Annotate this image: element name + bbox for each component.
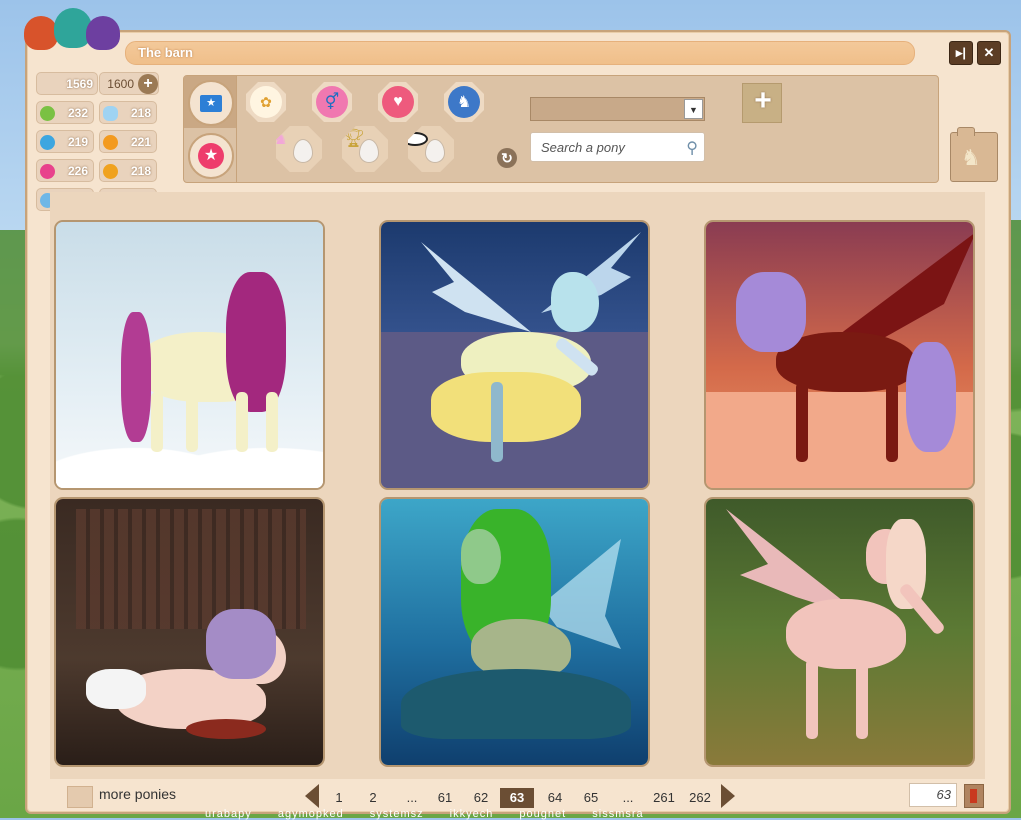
filter-colors[interactable]: ✿ bbox=[246, 82, 286, 122]
filter-gender[interactable]: ⚥ bbox=[312, 82, 352, 122]
cloud-icon bbox=[103, 106, 118, 121]
plus-icon: + bbox=[754, 84, 772, 117]
gender-icon: ⚥ bbox=[316, 86, 348, 118]
unicorn-icon: ♞ bbox=[272, 128, 289, 148]
bookshelf bbox=[76, 509, 306, 629]
pony-card-4[interactable] bbox=[54, 497, 325, 767]
pony-card-1[interactable] bbox=[54, 220, 325, 490]
page-ellipsis: ... bbox=[406, 790, 418, 805]
filter-unicorn[interactable]: ♞ bbox=[276, 126, 322, 172]
page-link[interactable]: 62 bbox=[469, 788, 493, 808]
search-input[interactable] bbox=[539, 139, 683, 156]
window-titlebar[interactable]: The barn bbox=[125, 41, 915, 65]
tab-favorites[interactable]: ★ bbox=[184, 129, 236, 181]
filter-love[interactable]: ♥ bbox=[378, 82, 418, 122]
next-page-arrow[interactable] bbox=[721, 784, 735, 808]
eye-icon bbox=[408, 132, 428, 146]
page-link[interactable]: 65 bbox=[579, 788, 603, 808]
stat-paw: 218 bbox=[99, 159, 157, 182]
stat-value: 226 bbox=[67, 164, 88, 178]
stat-heart: 226 bbox=[36, 159, 94, 182]
go-to-page-button[interactable] bbox=[964, 784, 984, 808]
pony-folder-icon: ♞ bbox=[961, 145, 981, 170]
more-ponies-checkbox[interactable] bbox=[67, 786, 93, 808]
add-button[interactable]: + bbox=[742, 83, 782, 123]
game-logo bbox=[20, 2, 125, 60]
pony-grid bbox=[50, 192, 985, 779]
page-link[interactable]: 262 bbox=[685, 788, 715, 808]
filter-trophy[interactable]: 🏆︎ bbox=[342, 126, 388, 172]
flame-icon bbox=[103, 135, 118, 150]
search-icon[interactable]: ⚲ bbox=[686, 138, 698, 158]
stat-value: 232 bbox=[67, 106, 88, 120]
bottom-tab[interactable]: pougnet bbox=[519, 808, 566, 820]
page-link[interactable]: 2 bbox=[363, 788, 383, 808]
current-page: 63 bbox=[500, 788, 534, 808]
drop-icon bbox=[40, 135, 55, 150]
paw-icon bbox=[103, 164, 118, 179]
heart-ring-icon: ♥ bbox=[382, 86, 414, 118]
pony-card-2[interactable] bbox=[379, 220, 650, 490]
star-folder-icon: ★ bbox=[200, 94, 222, 112]
window-title: The barn bbox=[138, 45, 193, 60]
search-box: ⚲ bbox=[530, 132, 705, 162]
folder-circle: ★ bbox=[188, 80, 234, 126]
stat-value: 221 bbox=[130, 135, 151, 149]
bottom-tab[interactable]: ikkyech bbox=[450, 808, 494, 820]
page-number-input[interactable]: 63 bbox=[909, 783, 957, 807]
refresh-icon[interactable]: ↻ bbox=[497, 148, 517, 168]
stat-cloud: 218 bbox=[99, 101, 157, 124]
drop-slot-icon bbox=[425, 139, 445, 163]
filter-toolbar: ★ ★ ✿ ⚥ ♥ ♞ ♞ 🏆︎ ↻ ▼ Search a pony ⚲ + bbox=[183, 75, 939, 183]
prev-page-arrow[interactable] bbox=[305, 784, 319, 808]
color-wheel-icon: ✿ bbox=[250, 86, 282, 118]
tray bbox=[186, 719, 266, 739]
favorite-circle: ★ bbox=[188, 133, 234, 179]
filter-breed[interactable]: ♞ bbox=[444, 82, 484, 122]
apple-icon bbox=[40, 106, 55, 121]
category-dropdown[interactable]: ▼ bbox=[530, 97, 705, 121]
fish-tail bbox=[401, 669, 631, 739]
drop-slot-icon bbox=[359, 139, 379, 163]
pony-card-3[interactable] bbox=[704, 220, 975, 490]
page-link[interactable]: 64 bbox=[543, 788, 567, 808]
page-ellipsis: ... bbox=[622, 790, 634, 805]
page-link[interactable]: 61 bbox=[433, 788, 457, 808]
premium-currency-value: 1569 bbox=[66, 77, 93, 91]
move-to-folder-button[interactable]: ♞ bbox=[950, 127, 998, 182]
close-button[interactable]: ✕ bbox=[977, 41, 1001, 65]
bottom-tab-strip: urabapy agymopked systemsz ikkyech pougn… bbox=[205, 808, 644, 820]
heart-icon bbox=[40, 164, 55, 179]
stat-value: 218 bbox=[130, 106, 151, 120]
pony-card-6[interactable] bbox=[704, 497, 975, 767]
pony-card-5[interactable] bbox=[379, 497, 650, 767]
stat-value: 218 bbox=[130, 164, 151, 178]
drop-slot-icon bbox=[293, 139, 313, 163]
stat-flame: 221 bbox=[99, 130, 157, 153]
buy-currency-button[interactable]: + bbox=[138, 74, 158, 94]
toolbar-divider bbox=[236, 76, 237, 182]
stat-apple: 232 bbox=[36, 101, 94, 124]
tab-folders[interactable]: ★ bbox=[184, 76, 236, 128]
stat-value: 219 bbox=[67, 135, 88, 149]
barn-window: The barn ▸| ✕ 1569 1600 + 232 218 219 22… bbox=[25, 30, 1011, 814]
premium-currency: 1569 bbox=[36, 72, 98, 95]
stat-drop: 219 bbox=[36, 130, 94, 153]
bottom-tab[interactable]: agymopked bbox=[278, 808, 344, 820]
bottom-tab[interactable]: urabapy bbox=[205, 808, 252, 820]
collapse-button[interactable]: ▸| bbox=[949, 41, 973, 65]
bottom-tab[interactable]: systemsz bbox=[370, 808, 424, 820]
max-currency-value: 1600 bbox=[107, 77, 134, 91]
bottom-tab[interactable]: sissmsra bbox=[592, 808, 643, 820]
pony-pair-icon: ♞ bbox=[448, 86, 480, 118]
chevron-down-icon: ▼ bbox=[684, 99, 703, 119]
more-ponies-label: more ponies bbox=[99, 786, 177, 802]
star-badge-icon: ★ bbox=[198, 143, 224, 169]
page-link[interactable]: 1 bbox=[329, 788, 349, 808]
filter-eyes[interactable] bbox=[408, 126, 454, 172]
page-link[interactable]: 261 bbox=[649, 788, 679, 808]
